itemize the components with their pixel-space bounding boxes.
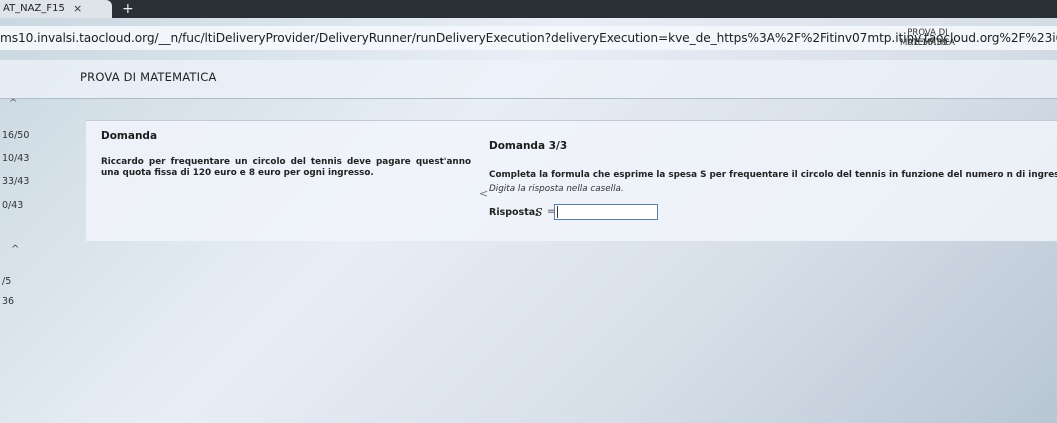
question-panel [86, 120, 1057, 241]
section-score[interactable]: 33/43 [2, 176, 29, 187]
section-score[interactable]: 10/43 [2, 153, 29, 164]
chevron-up-icon[interactable]: ^ [11, 244, 19, 255]
sidebar: ^ 16/50 10/43 33/43 0/43 ^ /5 36 [0, 96, 48, 423]
text-cursor [557, 206, 558, 218]
new-tab-button[interactable]: + [122, 0, 134, 18]
section-score[interactable]: 36 [2, 296, 14, 307]
section-score[interactable]: 16/50 [2, 130, 29, 141]
answer-label: Risposta: [489, 207, 539, 218]
stimulus-text: Riccardo per frequentare un circolo del … [101, 157, 471, 178]
section-score[interactable]: /5 [2, 276, 11, 287]
question-instruction: Completa la formula che esprime la spesa… [489, 170, 1057, 180]
browser-tab[interactable]: AT_NAZ_F15 × [0, 0, 112, 18]
question-hint: Digita la risposta nella casella. [489, 184, 624, 194]
app-header: PROVA DI MATEMATICA [0, 60, 1057, 99]
question-title: Domanda 3/3 [489, 140, 568, 152]
close-icon[interactable]: × [73, 0, 82, 18]
tab-title: AT_NAZ_F15 [3, 3, 65, 14]
answer-input[interactable] [554, 204, 658, 220]
stimulus-title: Domanda [101, 130, 158, 142]
page-title: PROVA DI MATEMATICA [80, 70, 217, 84]
timer: 01:10:39 [907, 38, 948, 48]
browser-tab-bar: AT_NAZ_F15 × + [0, 0, 1057, 18]
chevron-left-icon[interactable]: < [479, 187, 488, 200]
answer-variable: S [535, 206, 543, 219]
section-score[interactable]: 0/43 [2, 200, 23, 211]
chevron-up-icon[interactable]: ^ [9, 98, 17, 109]
